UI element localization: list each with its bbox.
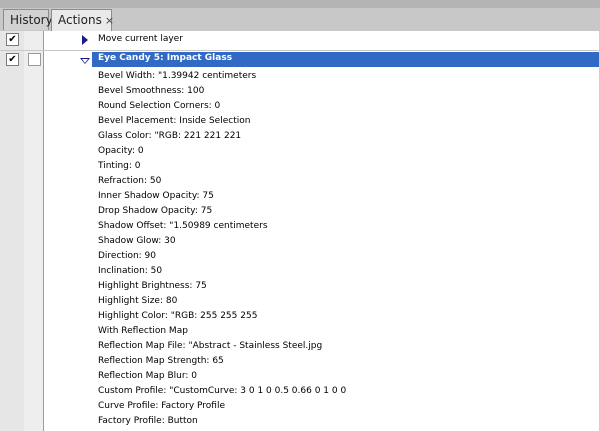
action-toggle-checkbox[interactable]: ✔: [6, 33, 19, 46]
tab-actions-label: Actions: [58, 13, 102, 27]
tab-history[interactable]: History: [3, 9, 53, 30]
param-item: Shadow Offset: "1.50989 centimeters: [98, 221, 268, 231]
tab-bar-header: [0, 0, 600, 8]
close-icon[interactable]: ×: [105, 14, 114, 27]
panel-tab-bar: History Actions ×: [0, 0, 600, 32]
toggle-column: [0, 31, 25, 431]
param-item: Bevel Placement: Inside Selection: [98, 116, 251, 126]
param-item: Bevel Smoothness: 100: [98, 86, 205, 96]
tab-actions[interactable]: Actions ×: [51, 9, 114, 32]
param-item: Reflection Map Blur: 0: [98, 371, 198, 381]
param-item: Factory Profile: Button: [98, 416, 198, 426]
param-item: Round Selection Corners: 0: [98, 101, 221, 111]
param-item: With Reflection Map: [98, 326, 188, 336]
param-item: Inclination: 50: [98, 266, 163, 276]
tab-history-label: History: [10, 13, 53, 27]
param-item: Reflection Map Strength: 65: [98, 356, 224, 366]
action-toggle-checkbox[interactable]: ✔: [6, 53, 19, 66]
param-item: Highlight Color: "RGB: 255 255 255: [98, 311, 258, 321]
param-item: Refraction: 50: [98, 176, 162, 186]
actions-list: ✔ Move current layer ✔ Eye Candy 5: Impa…: [0, 31, 600, 431]
expand-triangle-icon[interactable]: [82, 35, 88, 45]
param-item: Opacity: 0: [98, 146, 144, 156]
param-item: Reflection Map File: "Abstract - Stainle…: [98, 341, 323, 351]
collapse-triangle-icon[interactable]: [80, 58, 90, 64]
param-item: Drop Shadow Opacity: 75: [98, 206, 213, 216]
param-item: Shadow Glow: 30: [98, 236, 176, 246]
param-item: Tinting: 0: [98, 161, 141, 171]
param-item: Glass Color: "RGB: 221 221 221: [98, 131, 242, 141]
action-move-layer[interactable]: Move current layer: [98, 34, 183, 44]
param-item: Direction: 90: [98, 251, 157, 261]
param-item: Inner Shadow Opacity: 75: [98, 191, 214, 201]
action-eye-candy[interactable]: Eye Candy 5: Impact Glass: [98, 53, 232, 63]
param-item: Bevel Width: "1.39942 centimeters: [98, 71, 257, 81]
param-item: Highlight Brightness: 75: [98, 281, 207, 291]
param-item: Curve Profile: Factory Profile: [98, 401, 226, 411]
dialog-toggle-column: [24, 31, 44, 431]
param-item: Highlight Size: 80: [98, 296, 178, 306]
param-item: Custom Profile: "CustomCurve: 3 0 1 0 0.…: [98, 386, 347, 396]
dialog-toggle-checkbox[interactable]: [28, 53, 41, 66]
